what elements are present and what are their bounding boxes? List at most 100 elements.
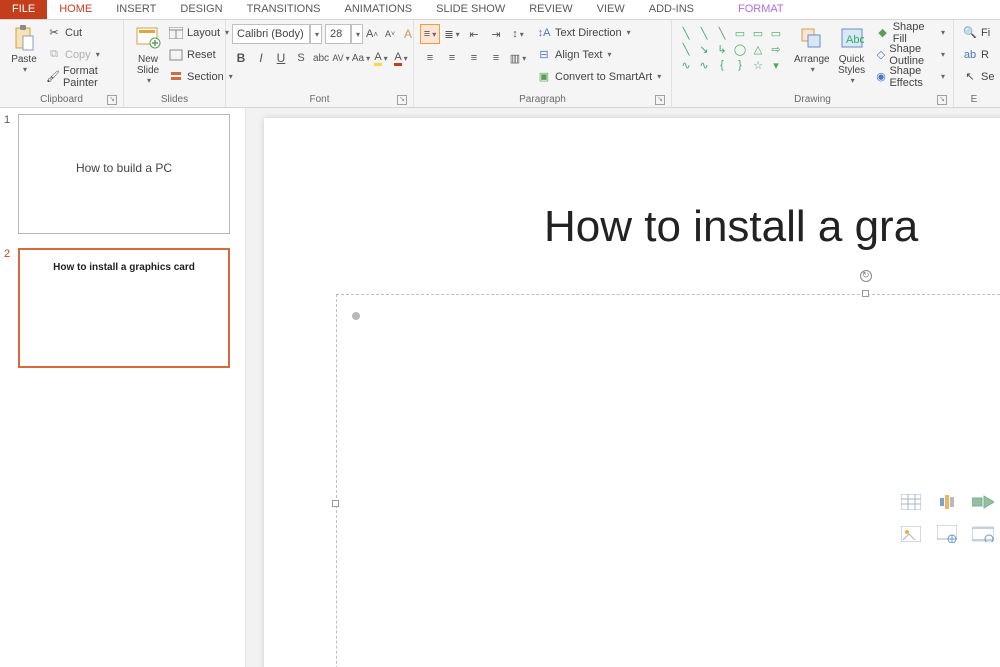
slide-thumbnail-1[interactable]: How to build a PC [18,114,230,234]
insert-picture-icon[interactable] [896,520,926,548]
highlight-button[interactable]: A▾ [372,48,390,68]
outline-icon: ◇ [876,47,887,63]
dialog-launcher[interactable]: ↘ [397,95,407,105]
tab-home[interactable]: HOME [47,0,104,19]
shape-brace-icon: } [732,58,748,72]
insert-video-icon[interactable] [968,520,998,548]
text-direction-label: Text Direction [555,27,622,39]
tab-view[interactable]: VIEW [585,0,637,19]
outdent-icon: ⇤ [469,28,478,41]
tab-file[interactable]: FILE [0,0,47,19]
smartart-icon: ▣ [536,69,552,85]
rotate-handle[interactable] [860,270,872,282]
columns-icon: ▥ [510,52,520,65]
group-editing: 🔍Fi abR ↖Se E [954,20,994,107]
content-placeholder[interactable] [336,294,1000,667]
tab-insert[interactable]: INSERT [104,0,168,19]
decrease-indent-button[interactable]: ⇤ [464,24,484,44]
strike-button[interactable]: S [292,48,310,68]
copy-button[interactable]: ⧉ Copy ▾ [44,44,117,65]
group-drawing: ╲╲╲▭▭▭ ╲↘↳◯△⇨ ∿∿{}☆▾ Arrange▾ Abc Quick … [672,20,954,107]
layout-icon [168,25,184,41]
find-button[interactable]: 🔍Fi [960,22,996,43]
svg-text:Abc: Abc [846,34,864,46]
shape-outline-button[interactable]: ◇ Shape Outline▾ [874,44,947,65]
columns-button[interactable]: ▥▾ [508,48,528,68]
insert-chart-icon[interactable] [932,488,962,516]
align-left-button[interactable]: ≡ [420,48,440,68]
slide-title-text[interactable]: How to install a gra [544,202,918,252]
font-color-icon: A [394,51,401,66]
font-size-value: 28 [330,28,342,40]
tab-slideshow[interactable]: SLIDE SHOW [424,0,517,19]
font-size-dropdown[interactable]: ▾ [351,24,363,44]
effects-icon: ◉ [876,69,887,85]
shape-fill-button[interactable]: ◆ Shape Fill▾ [874,22,947,43]
slide-canvas[interactable]: How to install a gra [246,108,1000,667]
slide-thumbnail-2[interactable]: How to install a graphics card [18,248,230,368]
underline-button[interactable]: U [272,48,290,68]
dialog-launcher[interactable]: ↘ [107,95,117,105]
format-painter-button[interactable]: 🖌 Format Painter [44,66,117,87]
chevron-down-icon: ▾ [522,54,526,63]
convert-smartart-button[interactable]: ▣ Convert to SmartArt▾ [534,66,663,87]
shrink-font-button[interactable]: A˅ [381,24,399,44]
section-button[interactable]: Section▾ [166,66,235,87]
resize-handle-top[interactable] [862,290,869,297]
tab-review[interactable]: REVIEW [517,0,584,19]
resize-handle-left[interactable] [332,500,339,507]
quick-styles-button[interactable]: Abc Quick Styles▾ [834,22,870,87]
insert-smartart-icon[interactable] [968,488,998,516]
bullets-button[interactable]: ≡▾ [420,24,440,44]
align-right-icon: ≡ [471,52,477,64]
insert-table-icon[interactable] [896,488,926,516]
tab-format[interactable]: FORMAT [726,0,796,19]
line-spacing-button[interactable]: ↕▾ [508,24,528,44]
shape-curve-icon: ∿ [678,58,694,72]
quick-styles-label: Quick Styles [838,54,865,76]
shapes-gallery[interactable]: ╲╲╲▭▭▭ ╲↘↳◯△⇨ ∿∿{}☆▾ [678,26,784,72]
layout-button[interactable]: Layout▾ [166,22,235,43]
shape-effects-button[interactable]: ◉ Shape Effects▾ [874,66,947,87]
font-name-dropdown[interactable]: ▾ [310,24,322,44]
tab-transitions[interactable]: TRANSITIONS [235,0,333,19]
thumb-number: 2 [4,248,18,368]
new-slide-button[interactable]: New Slide▾ [130,22,166,87]
numbering-button[interactable]: ≣▾ [442,24,462,44]
arrange-button[interactable]: Arrange▾ [790,22,834,76]
replace-button[interactable]: abR [960,44,996,65]
dialog-launcher[interactable]: ↘ [937,95,947,105]
italic-button[interactable]: I [252,48,270,68]
dialog-launcher[interactable]: ↘ [655,95,665,105]
select-button[interactable]: ↖Se [960,66,996,87]
reset-button[interactable]: Reset [166,44,235,65]
bullet-icon [352,312,360,320]
font-size-combo[interactable]: 28 [325,24,351,44]
tab-addins[interactable]: ADD-INS [637,0,706,19]
change-case-button[interactable]: Aa▾ [352,48,370,68]
char-spacing-button[interactable]: AV▾ [332,48,350,68]
tab-animations[interactable]: ANIMATIONS [333,0,425,19]
align-text-label: Align Text [555,49,603,61]
shape-line-icon: ╲ [678,42,694,56]
font-color-button[interactable]: A▾ [392,48,410,68]
increase-indent-button[interactable]: ⇥ [486,24,506,44]
align-center-button[interactable]: ≡ [442,48,462,68]
cut-button[interactable]: ✂ Cut [44,22,117,43]
shape-rect-icon: ▭ [750,26,766,40]
justify-button[interactable]: ≡ [486,48,506,68]
font-name-combo[interactable]: Calibri (Body) [232,24,310,44]
grow-font-button[interactable]: A˄ [363,24,381,44]
align-text-button[interactable]: ⊟ Align Text▾ [534,44,663,65]
bold-button[interactable]: B [232,48,250,68]
align-right-button[interactable]: ≡ [464,48,484,68]
tab-design[interactable]: DESIGN [168,0,234,19]
shape-rect-icon: ▭ [768,26,784,40]
text-direction-button[interactable]: ↕A Text Direction▾ [534,22,663,43]
insert-online-picture-icon[interactable] [932,520,962,548]
scissors-icon: ✂ [46,25,62,41]
chevron-down-icon: ▾ [941,72,945,81]
paste-button[interactable]: Paste ▾ [6,22,42,76]
shadow-button[interactable]: abc [312,48,330,68]
bullets-icon: ≡ [424,28,430,40]
